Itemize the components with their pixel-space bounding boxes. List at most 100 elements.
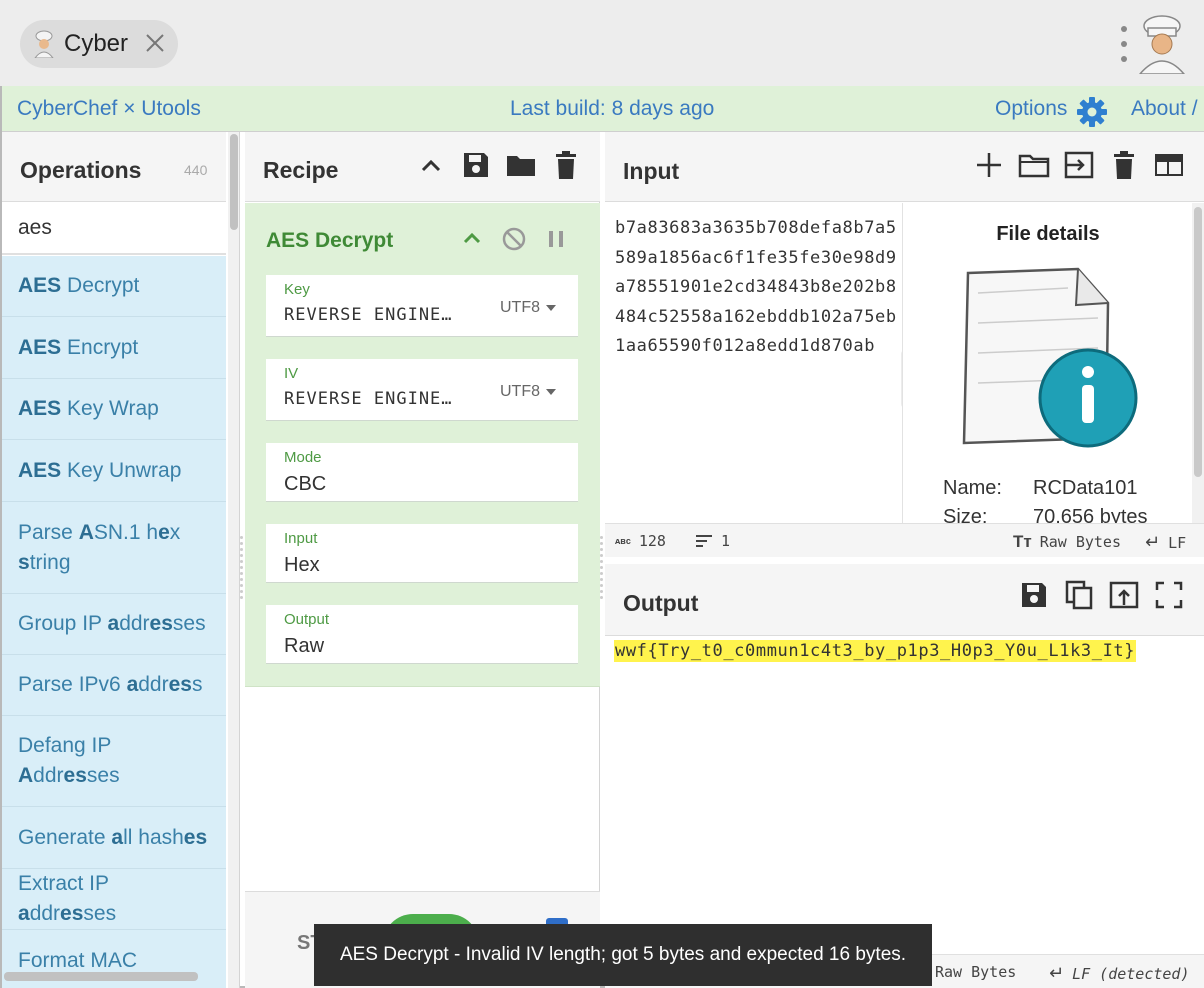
output-encoding-button[interactable]: Raw Bytes	[935, 963, 1016, 981]
recipe-operation-card[interactable]: AES Decrypt Key REVERSE ENGINE… UTF8 IV …	[245, 203, 600, 687]
input-scrollbar[interactable]	[1192, 203, 1204, 523]
file-name-value: RCData101	[1033, 477, 1138, 499]
key-encoding: UTF8	[500, 299, 540, 316]
input-lines: 1	[695, 532, 730, 550]
iv-label: IV	[284, 365, 299, 382]
chef-icon	[34, 30, 54, 58]
input-title: Input	[623, 158, 680, 184]
operation-list-item[interactable]: Parse IPv6 address	[2, 655, 226, 716]
operation-list-item[interactable]: AES Decrypt	[2, 256, 226, 317]
operation-name: AES Decrypt	[266, 229, 394, 252]
brand-link[interactable]: CyberChef × Utools	[17, 97, 201, 121]
operation-list-item[interactable]: Group IP addresses	[2, 594, 226, 655]
replace-input-icon[interactable]	[1108, 579, 1140, 611]
operation-list-item[interactable]: Generate all hashes	[2, 807, 226, 869]
gear-icon[interactable]	[1076, 96, 1108, 128]
output-text[interactable]: wwf{Try_t0_c0mmun1c4t3_by_p1p3_H0p3_Y0u_…	[614, 640, 1137, 662]
input-encoding-button[interactable]: Tт Raw Bytes	[1013, 532, 1121, 552]
recipe-header: Recipe	[245, 132, 600, 202]
input-textarea[interactable]: b7a83683a3635b708defa8b7a5589a1856ac6f1f…	[615, 214, 897, 362]
file-name-key: Name:	[943, 477, 1002, 499]
input-length: ᴀʙᴄ 128	[615, 532, 666, 550]
resize-handle[interactable]	[600, 536, 604, 599]
chevron-up-icon[interactable]	[456, 223, 488, 255]
input-format-value[interactable]: Hex	[284, 554, 320, 577]
operation-label: Group IP addresses	[18, 612, 206, 635]
operation-label: AES Key Wrap	[18, 397, 159, 420]
fullscreen-icon[interactable]	[1153, 579, 1185, 611]
key-encoding-dropdown[interactable]: UTF8	[500, 299, 556, 317]
error-toast[interactable]: AES Decrypt - Invalid IV length; got 5 b…	[314, 924, 932, 986]
about-link[interactable]: About /	[1131, 97, 1198, 121]
open-input-icon[interactable]	[1063, 149, 1095, 181]
operations-panel: Operations 440 AES DecryptAES EncryptAES…	[2, 132, 240, 988]
disable-icon[interactable]	[498, 223, 530, 255]
close-icon[interactable]	[144, 32, 166, 54]
iv-value[interactable]: REVERSE ENGINE…	[284, 389, 453, 409]
folder-open-icon[interactable]	[1018, 149, 1050, 181]
operation-list-item[interactable]: AES Encrypt	[2, 317, 226, 379]
input-format-field[interactable]: Input Hex	[266, 524, 578, 583]
resize-handle[interactable]	[240, 536, 244, 599]
operations-title: Operations	[20, 157, 142, 183]
mode-value[interactable]: CBC	[284, 473, 326, 496]
output-format-label: Output	[284, 611, 330, 628]
trash-icon[interactable]	[1108, 149, 1140, 181]
chef-avatar-icon[interactable]	[1136, 14, 1188, 74]
input-format-label: Input	[284, 530, 318, 547]
layout-icon[interactable]	[1153, 149, 1185, 181]
folder-icon[interactable]	[505, 149, 537, 181]
pause-icon[interactable]	[540, 223, 572, 255]
mode-field[interactable]: Mode CBC	[266, 443, 578, 502]
output-eol-button[interactable]: ↵ LF (detected)	[1049, 963, 1190, 984]
key-value[interactable]: REVERSE ENGINE…	[284, 305, 453, 325]
trash-icon[interactable]	[550, 149, 582, 181]
operation-list-item[interactable]: Extract IP addresses	[2, 869, 226, 930]
text-format-icon: Tт	[1013, 532, 1032, 551]
operation-label: AES Key Unwrap	[18, 458, 182, 482]
output-header: Output	[605, 564, 1204, 636]
operation-label: Parse IPv6 address	[18, 673, 203, 696]
abc-icon: ᴀʙᴄ	[615, 536, 631, 546]
operations-search-input[interactable]	[2, 203, 226, 255]
chevron-up-icon[interactable]	[415, 150, 447, 182]
operations-list: AES Decrypt AES Encrypt AES Key Wrap AES Ke…	[2, 256, 226, 988]
operation-label: Parse ASN.1 hex string	[18, 520, 181, 574]
key-field[interactable]: Key REVERSE ENGINE… UTF8	[266, 275, 578, 337]
iv-encoding-dropdown[interactable]: UTF8	[500, 383, 556, 401]
caret-down-icon	[546, 305, 556, 311]
operation-label: Defang IP Addresses	[18, 734, 120, 787]
plus-icon[interactable]	[973, 149, 1005, 181]
operation-list-item[interactable]: AES Key Wrap	[2, 379, 226, 440]
operation-list-item[interactable]: Defang IP Addresses	[2, 716, 226, 807]
return-icon: ↵	[1145, 532, 1161, 552]
recipe-title: Recipe	[263, 157, 339, 183]
horizontal-scrollbar[interactable]	[4, 972, 198, 981]
options-link[interactable]: Options	[995, 97, 1067, 121]
save-icon[interactable]	[460, 149, 492, 181]
file-size-row: Size: 70,656 bytes	[943, 506, 1148, 524]
output-title: Output	[623, 590, 699, 616]
output-format-value[interactable]: Raw	[284, 635, 324, 658]
iv-field[interactable]: IV REVERSE ENGINE… UTF8	[266, 359, 578, 421]
mode-label: Mode	[284, 449, 322, 466]
iv-encoding: UTF8	[500, 383, 540, 400]
last-build-link[interactable]: Last build: 8 days ago	[510, 97, 714, 121]
nav-bar: CyberChef × Utools Last build: 8 days ag…	[2, 86, 1204, 132]
more-menu-icon[interactable]	[1117, 26, 1131, 62]
copy-icon[interactable]	[1063, 579, 1095, 611]
save-icon[interactable]	[1018, 579, 1050, 611]
app-tab[interactable]: Cyber	[20, 20, 178, 68]
key-label: Key	[284, 281, 310, 298]
operation-list-item[interactable]: AES Key Unwrap	[2, 440, 226, 502]
input-eol-button[interactable]: ↵ LF	[1145, 532, 1186, 553]
input-header: Input	[605, 132, 1204, 202]
operations-header: Operations 440	[2, 132, 226, 202]
operation-list-item[interactable]: Parse ASN.1 hex string	[2, 502, 226, 594]
output-format-field[interactable]: Output Raw	[266, 605, 578, 664]
file-size-value: 70,656 bytes	[1033, 506, 1148, 524]
operation-label: Format MAC	[18, 948, 138, 972]
return-icon: ↵	[1049, 963, 1065, 983]
file-size-key: Size:	[943, 506, 988, 524]
operations-scrollbar[interactable]	[228, 132, 239, 988]
